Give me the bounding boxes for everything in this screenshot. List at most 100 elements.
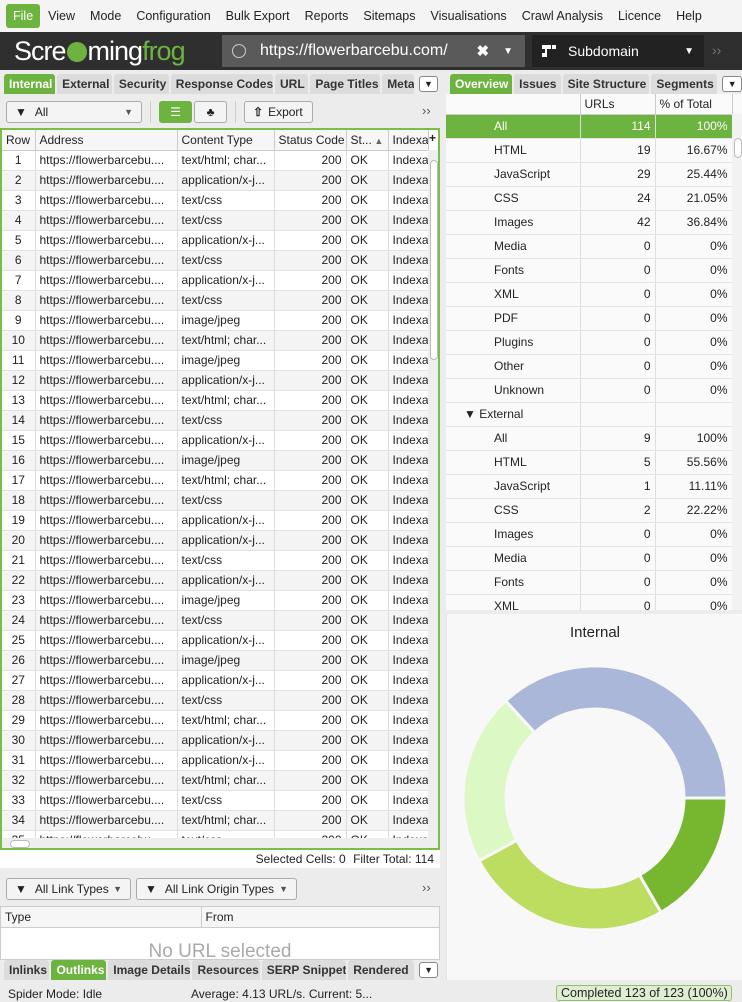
tab-page-titles[interactable]: Page Titles [310,74,381,94]
column-header-status-code[interactable]: Status Code [274,130,347,151]
tab-resources[interactable]: Resources [192,960,260,980]
column-header-type[interactable]: Type [1,907,202,928]
column-header-status[interactable]: St... ▲ [346,130,389,151]
table-row[interactable]: 21 https://flowerbarcebu.... text/css 200 OK… [2,550,429,571]
tabs-overflow-dropdown[interactable]: ▼ [419,962,438,978]
list-view-button[interactable]: ☰ [159,101,192,123]
table-row[interactable]: 10 https://flowerbarcebu.... text/html; ch… [2,330,429,351]
table-row[interactable]: 27 https://flowerbarcebu.... application/x… [2,670,429,691]
table-row[interactable]: 31 https://flowerbarcebu.... application/x… [2,750,429,771]
menu-item-view[interactable]: View [41,4,82,28]
menu-item-bulk-export[interactable]: Bulk Export [219,4,297,28]
column-header-percent[interactable]: % of Total [655,94,733,115]
column-header-urls[interactable]: URLs [580,94,656,115]
table-row[interactable]: 11 https://flowerbarcebu.... image/jpeg 200… [2,350,429,371]
expand-toolbar-icon[interactable]: ›› [712,42,721,58]
donut-slice-javascript[interactable] [476,838,664,932]
column-header-indexability[interactable]: Indexa [388,130,429,151]
vertical-scrollbar[interactable] [428,150,438,838]
tab-inlinks[interactable]: Inlinks [4,960,50,980]
menu-item-mode[interactable]: Mode [83,4,128,28]
overview-row[interactable]: Fonts 0 0% [446,570,733,595]
table-row[interactable]: 30 https://flowerbarcebu.... application/x… [2,730,429,751]
tab-external[interactable]: External [57,74,112,94]
overview-row[interactable]: HTML 19 16.67% [446,138,733,163]
table-row[interactable]: 15 https://flowerbarcebu.... application/x… [2,430,429,451]
table-row[interactable]: 29 https://flowerbarcebu.... text/html; ch… [2,710,429,731]
tab-segments[interactable]: Segments [651,74,718,94]
overview-row[interactable]: Images 42 36.84% [446,210,733,235]
overview-row[interactable]: All 9 100% [446,426,733,451]
crawl-mode-select[interactable]: Subdomain ▼ [532,35,704,67]
table-row[interactable]: 16 https://flowerbarcebu.... image/jpeg 200… [2,450,429,471]
tab-rendered[interactable]: Rendered [348,960,415,980]
column-header-from[interactable]: From [201,907,439,928]
tab-overview[interactable]: Overview [450,74,513,94]
overview-row[interactable]: Other 0 0% [446,354,733,379]
table-row[interactable]: 6 https://flowerbarcebu.... text/css 200 OK I… [2,250,429,271]
tabs-overflow-dropdown[interactable]: ▼ [722,76,742,92]
menu-item-file[interactable]: File [6,4,41,28]
tab-image-details[interactable]: Image Details [108,960,191,980]
table-row[interactable]: 3 https://flowerbarcebu.... text/css 200 OK I… [2,190,429,211]
url-history-dropdown-icon[interactable]: ▼ [503,46,513,57]
overview-row[interactable]: JavaScript 29 25.44% [446,162,733,187]
overview-row[interactable]: All 114 100% [446,114,733,139]
table-row[interactable]: 20 https://flowerbarcebu.... application/x… [2,530,429,551]
export-button[interactable]: ⇧ Export [244,101,313,123]
column-header-content-type[interactable]: Content Type [177,130,275,151]
more-icon[interactable]: ›› [422,103,431,118]
table-row[interactable]: 5 https://flowerbarcebu.... application/x-… [2,230,429,251]
table-row[interactable]: 9 https://flowerbarcebu.... image/jpeg 200 O… [2,310,429,331]
table-row[interactable]: 14 https://flowerbarcebu.... text/css 200 OK… [2,410,429,431]
overview-row[interactable]: Plugins 0 0% [446,330,733,355]
overview-row[interactable]: Media 0 0% [446,234,733,259]
tabs-overflow-dropdown[interactable]: ▼ [418,76,439,92]
tab-site-structure[interactable]: Site Structure [562,74,650,94]
overview-row[interactable]: Media 0 0% [446,546,733,571]
column-header-category[interactable] [446,94,581,115]
tab-meta[interactable]: Meta [382,74,414,94]
overview-row[interactable]: Fonts 0 0% [446,258,733,283]
menu-item-reports[interactable]: Reports [298,4,356,28]
table-row[interactable]: 28 https://flowerbarcebu.... text/css 200 OK… [2,690,429,711]
table-row[interactable]: 23 https://flowerbarcebu.... image/jpeg 200… [2,590,429,611]
donut-slice-images[interactable] [503,664,729,800]
scrollbar-thumb[interactable] [734,138,742,158]
overview-row[interactable]: XML 0 0% [446,282,733,307]
table-row[interactable]: 17 https://flowerbarcebu.... text/html; ch… [2,470,429,491]
overview-row[interactable]: HTML 5 55.56% [446,450,733,475]
tab-serp-snippet[interactable]: SERP Snippet [261,960,347,980]
menu-item-licence[interactable]: Licence [611,4,668,28]
donut-slice-css[interactable] [461,698,537,863]
scrollbar-thumb[interactable] [430,160,438,360]
table-row[interactable]: 33 https://flowerbarcebu.... text/css 200 OK… [2,790,429,811]
table-row[interactable]: 4 https://flowerbarcebu.... text/css 200 OK I… [2,210,429,231]
table-row[interactable]: 26 https://flowerbarcebu.... image/jpeg 200… [2,650,429,671]
table-row[interactable]: 7 https://flowerbarcebu.... application/x-… [2,270,429,291]
menu-item-sitemaps[interactable]: Sitemaps [356,4,422,28]
clear-url-icon[interactable]: ✖ [477,42,490,60]
add-column-icon[interactable]: + [429,131,436,145]
overview-row[interactable]: CSS 24 21.05% [446,186,733,211]
tab-issues[interactable]: Issues [514,74,561,94]
menu-item-visualisations[interactable]: Visualisations [423,4,513,28]
menu-item-help[interactable]: Help [669,4,709,28]
table-row[interactable]: 2 https://flowerbarcebu.... application/x-… [2,170,429,191]
column-header-row[interactable]: Row [2,130,36,151]
overview-row[interactable]: ▼ External [446,402,733,427]
tab-url[interactable]: URL [275,74,309,94]
overview-row[interactable]: JavaScript 1 11.11% [446,474,733,499]
tab-security[interactable]: Security [113,74,169,94]
link-types-dropdown[interactable]: ▼ All Link Types ▼ [6,878,131,900]
tree-view-button[interactable]: ♣ [194,101,227,123]
tab-response-codes[interactable]: Response Codes [170,74,273,94]
scrollbar-thumb[interactable] [10,840,30,848]
menu-item-configuration[interactable]: Configuration [129,4,217,28]
menu-item-crawl-analysis[interactable]: Crawl Analysis [515,4,610,28]
table-row[interactable]: 25 https://flowerbarcebu.... application/x… [2,630,429,651]
more-icon[interactable]: ›› [422,880,431,895]
overview-row[interactable]: CSS 2 22.22% [446,498,733,523]
table-row[interactable]: 18 https://flowerbarcebu.... text/css 200 OK… [2,490,429,511]
table-row[interactable]: 32 https://flowerbarcebu.... text/html; ch… [2,770,429,791]
